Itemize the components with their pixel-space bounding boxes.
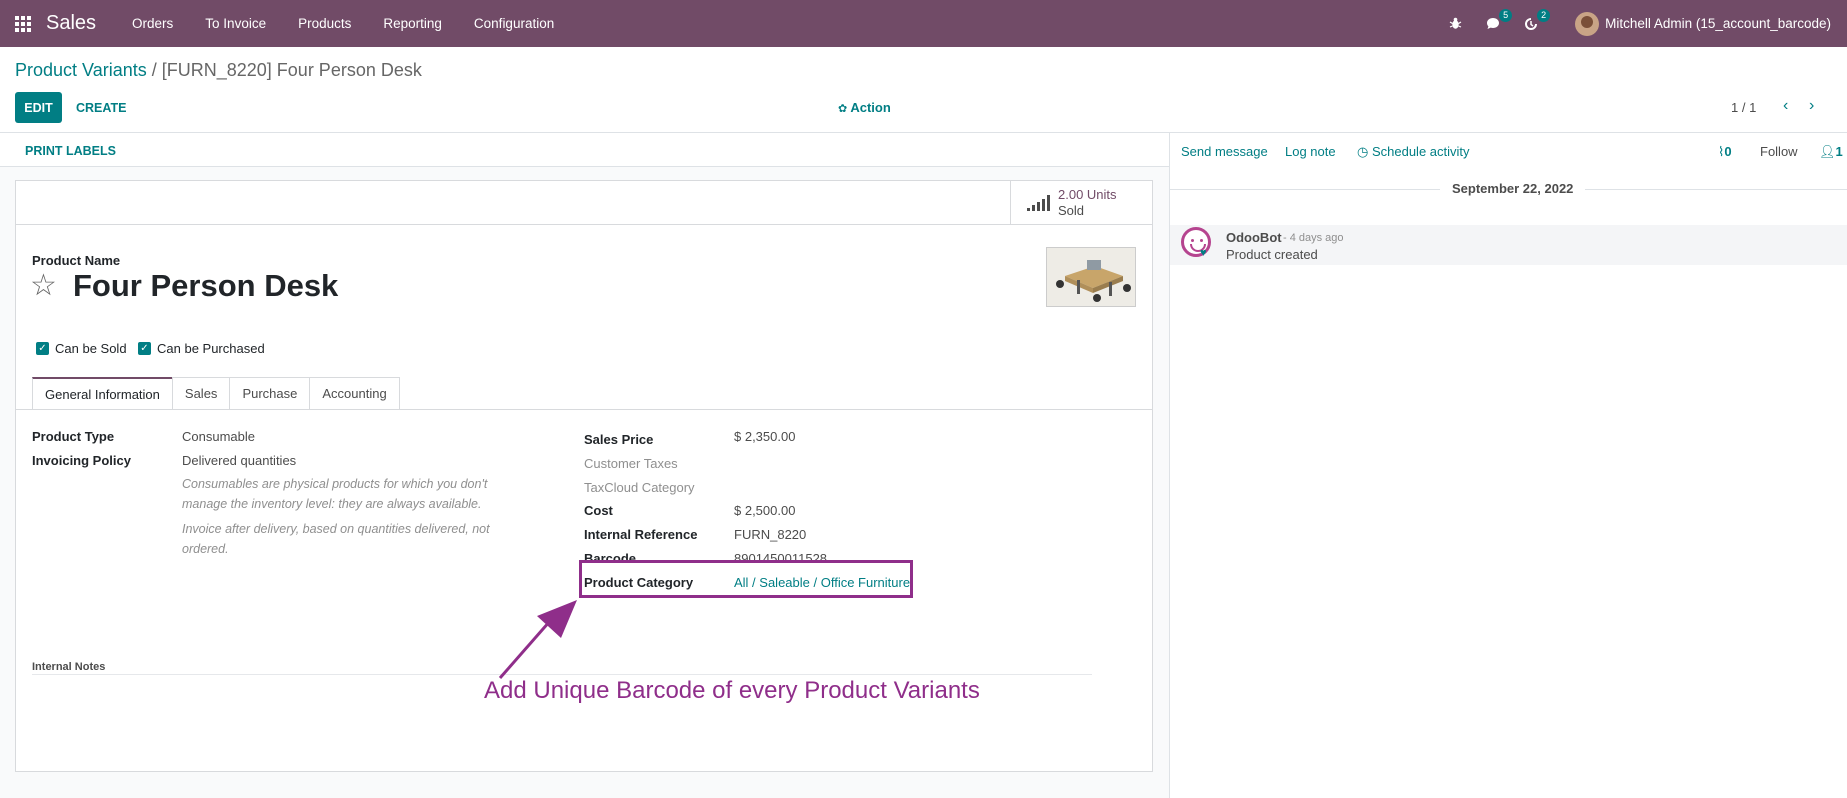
activities-count-badge: 2 xyxy=(1537,8,1551,22)
tab-accounting[interactable]: Accounting xyxy=(309,377,400,410)
cost-label: Cost xyxy=(584,503,613,518)
sales-price-field[interactable]: $ 2,350.00 xyxy=(734,429,795,444)
menu-to-invoice[interactable]: To Invoice xyxy=(189,0,282,47)
messages-icon[interactable]: 5 xyxy=(1485,8,1513,32)
barcode-highlight-box xyxy=(579,560,913,598)
follow-button[interactable]: Follow xyxy=(1760,144,1798,159)
log-note-button[interactable]: Log note xyxy=(1285,144,1336,159)
can-be-sold-checkbox[interactable]: ✓ Can be Sold xyxy=(36,341,127,356)
menu-configuration[interactable]: Configuration xyxy=(458,0,570,47)
menu-products[interactable]: Products xyxy=(282,0,367,47)
followers-button[interactable]: 👤︎1 xyxy=(1819,144,1843,160)
message-body: Product created xyxy=(1226,247,1318,262)
can-be-purchased-label: Can be Purchased xyxy=(157,341,265,356)
message-author: OdooBot xyxy=(1226,230,1282,245)
apps-menu-icon[interactable] xyxy=(0,0,46,47)
heart-icon: ♥ xyxy=(1200,247,1207,259)
can-be-sold-label: Can be Sold xyxy=(55,341,127,356)
systray: 5 2 Mitchell Admin (15_account_barcode) xyxy=(1425,0,1831,47)
check-icon: ✓ xyxy=(138,342,151,355)
product-name-label: Product Name xyxy=(32,253,121,268)
schedule-activity-label: Schedule activity xyxy=(1371,144,1470,159)
cost-field[interactable]: $ 2,500.00 xyxy=(734,503,795,518)
attachments-count: 0 xyxy=(1724,144,1732,159)
sales-price-label: Sales Price xyxy=(584,432,654,447)
bar-chart-icon xyxy=(1027,195,1052,211)
messages-count-badge: 5 xyxy=(1499,8,1513,22)
units-sold-smart-button[interactable]: 2.00 Units Sold xyxy=(1010,181,1152,224)
user-name: Mitchell Admin (15_account_barcode) xyxy=(1605,16,1831,31)
favorite-star-icon[interactable]: ☆ xyxy=(30,269,57,303)
main-menu: Orders To Invoice Products Reporting Con… xyxy=(116,0,570,47)
date-separator: September 22, 2022 xyxy=(1440,181,1586,196)
product-image[interactable] xyxy=(1046,247,1136,307)
product-name: Four Person Desk xyxy=(73,268,339,303)
invoicing-policy-field[interactable]: Delivered quantities xyxy=(182,453,296,468)
attachments-button[interactable]: ⌇0 xyxy=(1718,144,1732,160)
units-sold-label: Sold xyxy=(1058,203,1085,218)
units-sold-value: 2.00 Units xyxy=(1058,187,1117,202)
product-type-field[interactable]: Consumable xyxy=(182,429,255,444)
edit-button[interactable]: EDIT xyxy=(15,92,62,123)
create-button[interactable]: CREATE xyxy=(76,92,126,123)
breadcrumb: Product Variants / [FURN_8220] Four Pers… xyxy=(15,60,422,81)
taxcloud-category-label: TaxCloud Category xyxy=(584,480,695,495)
breadcrumb-product-variants[interactable]: Product Variants xyxy=(15,60,147,80)
debug-bug-icon[interactable] xyxy=(1447,16,1463,32)
message-time: - 4 days ago xyxy=(1283,232,1344,244)
pager-value[interactable]: 1 / 1 xyxy=(1731,100,1756,115)
action-dropdown[interactable]: ✿ Action xyxy=(838,100,891,115)
action-label: Action xyxy=(850,100,891,115)
smart-button-box: 2.00 Units Sold xyxy=(16,181,1152,225)
invoicing-policy-label: Invoicing Policy xyxy=(32,453,131,468)
menu-orders[interactable]: Orders xyxy=(116,0,189,47)
internal-reference-field[interactable]: FURN_8220 xyxy=(734,527,806,542)
form-statusbar: PRINT LABELS xyxy=(0,133,1169,167)
followers-count: 1 xyxy=(1835,144,1843,159)
tab-purchase[interactable]: Purchase xyxy=(229,377,311,410)
user-icon: 👤︎ xyxy=(1819,144,1836,159)
annotation-arrow-icon xyxy=(498,600,577,679)
user-avatar xyxy=(1575,11,1600,36)
breadcrumb-separator: / xyxy=(146,60,162,80)
check-icon: ✓ xyxy=(36,342,49,355)
clock-icon: ◷ xyxy=(1357,144,1369,159)
annotation-text: Add Unique Barcode of every Product Vari… xyxy=(484,677,980,704)
invoice-policy-help-text: Invoice after delivery, based on quantit… xyxy=(182,522,490,556)
can-be-purchased-checkbox[interactable]: ✓ Can be Purchased xyxy=(138,341,265,356)
tabs-divider xyxy=(16,409,1152,410)
schedule-activity-button[interactable]: ◷ Schedule activity xyxy=(1357,144,1470,160)
pager-previous-icon[interactable]: ‹ xyxy=(1783,97,1788,115)
send-message-button[interactable]: Send message xyxy=(1181,144,1268,159)
user-menu[interactable]: Mitchell Admin (15_account_barcode) xyxy=(1575,11,1831,36)
internal-reference-label: Internal Reference xyxy=(584,527,698,542)
breadcrumb-current: [FURN_8220] Four Person Desk xyxy=(161,60,422,80)
internal-notes-label: Internal Notes xyxy=(32,661,106,673)
customer-taxes-label: Customer Taxes xyxy=(584,456,678,471)
menu-reporting[interactable]: Reporting xyxy=(367,0,458,47)
chatter-panel: Send message Log note ◷ Schedule activit… xyxy=(1169,133,1847,798)
app-name[interactable]: Sales xyxy=(46,12,96,35)
pager-next-icon[interactable]: › xyxy=(1809,97,1814,115)
gear-icon: ✿ xyxy=(838,103,848,115)
control-panel: Product Variants / [FURN_8220] Four Pers… xyxy=(0,47,1847,133)
activities-clock-icon[interactable]: 2 xyxy=(1523,8,1551,32)
notebook-tabs: General Information Sales Purchase Accou… xyxy=(32,377,400,410)
tab-sales[interactable]: Sales xyxy=(171,377,231,410)
chatter-message: ♥ OdooBot - 4 days ago Product created xyxy=(1170,225,1847,265)
consumable-help-text: Consumables are physical products for wh… xyxy=(182,477,488,511)
print-labels-button[interactable]: PRINT LABELS xyxy=(25,144,116,158)
tab-general-information[interactable]: General Information xyxy=(32,377,173,410)
top-navbar: Sales Orders To Invoice Products Reporti… xyxy=(0,0,1847,47)
product-type-label: Product Type xyxy=(32,429,115,444)
